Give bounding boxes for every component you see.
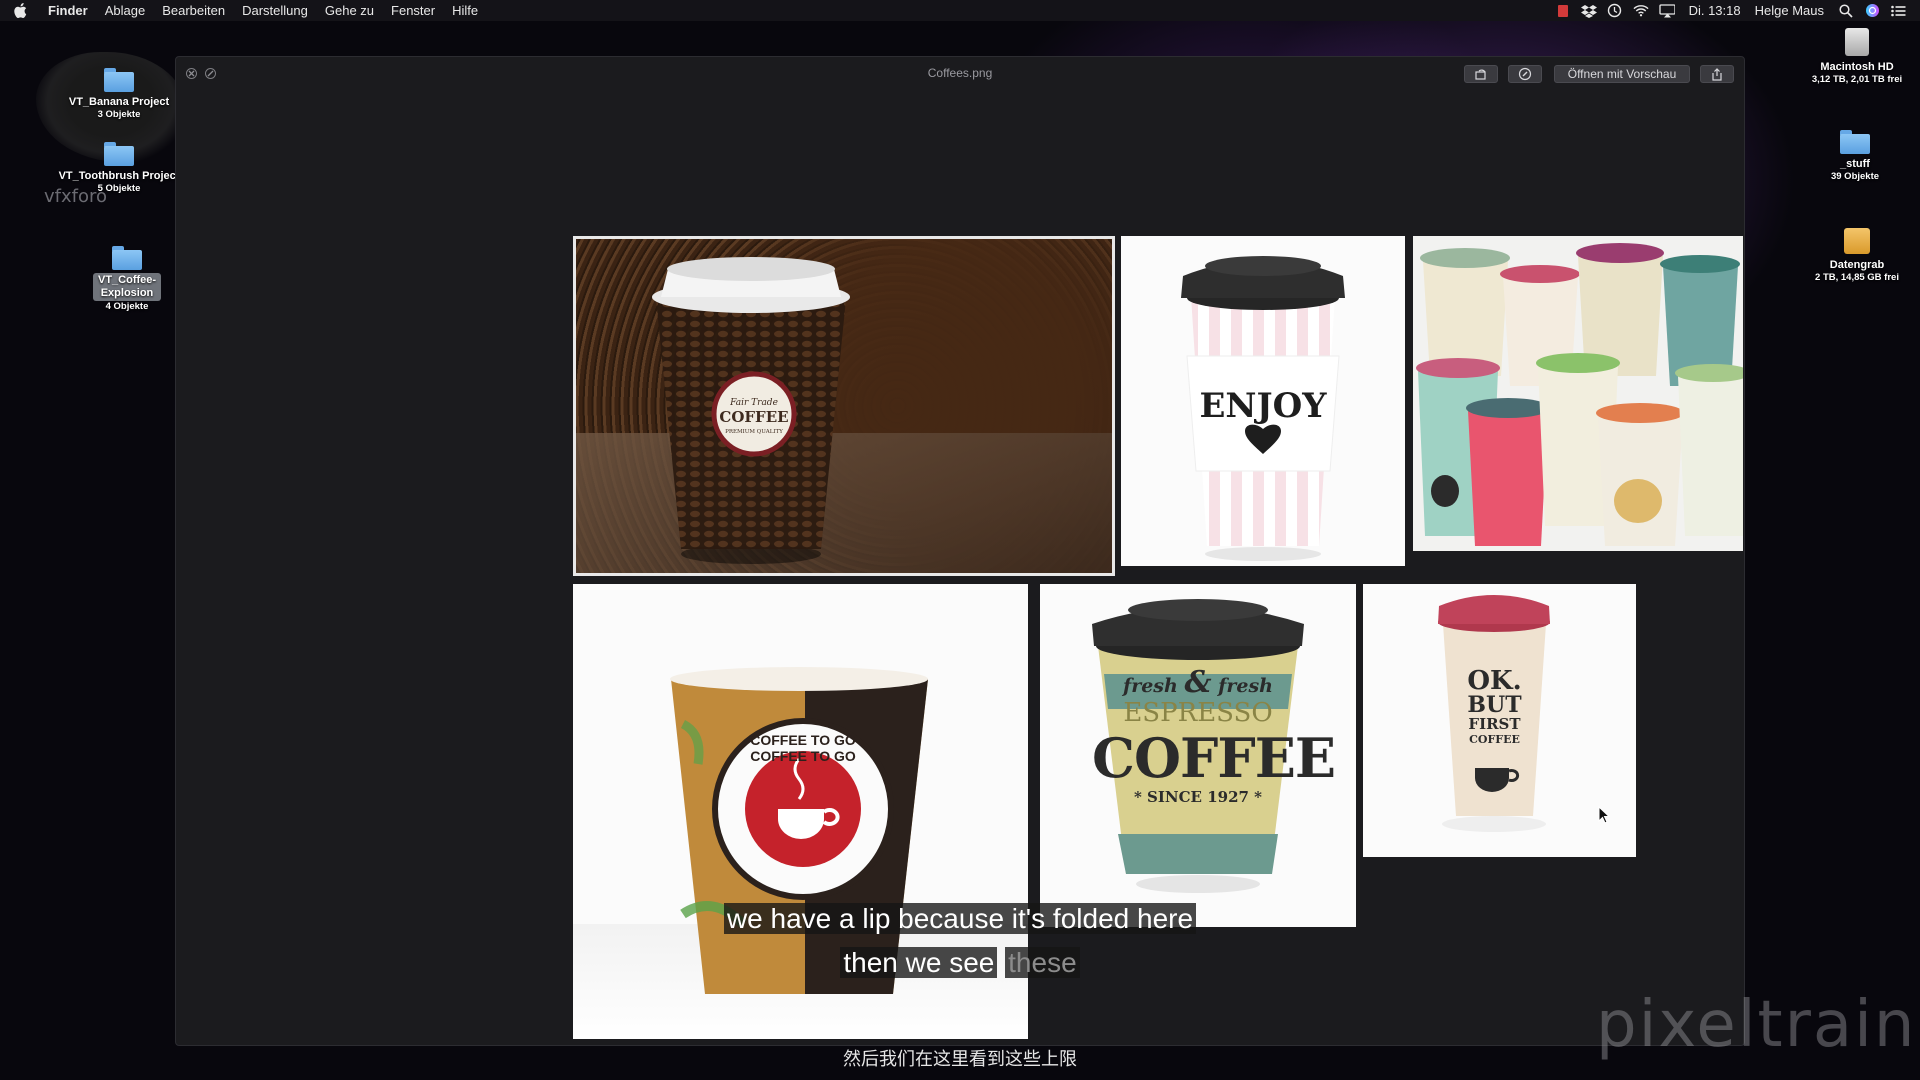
- espresso-coffee-cup-image: fresh & fresh ESPRESSO COFFEE * SINCE 19…: [1040, 584, 1356, 927]
- markup-button[interactable]: [1508, 65, 1542, 83]
- subtitle-text: we have a lip because it's folded here: [723, 903, 1197, 934]
- markup-pen-icon: [1518, 67, 1532, 81]
- desktop-item-info: 3,12 TB, 2,01 TB frei: [1811, 74, 1903, 85]
- menu-ablage[interactable]: Ablage: [105, 3, 145, 18]
- desktop-item-label: Datengrab: [1829, 259, 1885, 271]
- close-icon: [188, 70, 195, 77]
- cup-text-fresh: fresh: [1218, 675, 1273, 697]
- folder-icon: [1840, 130, 1870, 154]
- external-drive-icon: [1844, 228, 1870, 254]
- cup-text-since: * SINCE 1927 *: [1133, 788, 1263, 806]
- menu-darstellung[interactable]: Darstellung: [242, 3, 308, 18]
- folder-icon: [104, 68, 134, 92]
- subtitle-line-1: we have a lip because it's folded here: [0, 903, 1920, 935]
- menu-hilfe[interactable]: Hilfe: [452, 3, 478, 18]
- menubar-clock[interactable]: Di. 13:18: [1689, 3, 1741, 18]
- desktop-folder-coffee-explosion[interactable]: VT_Coffee-Explosion 4 Objekte: [62, 246, 192, 313]
- desktop-item-info: 2 TB, 14,85 GB frei: [1815, 272, 1899, 283]
- cup-text-first: FIRST: [1468, 715, 1521, 733]
- menu-finder[interactable]: Finder: [48, 3, 88, 18]
- subtitle-text-fading: these: [1005, 947, 1080, 978]
- cup-brand-text: COFFEE: [719, 408, 789, 426]
- fullscreen-button[interactable]: [205, 68, 216, 79]
- desktop-item-info: 4 Objekte: [105, 301, 149, 312]
- ok-but-first-coffee-cup-image: OK. BUT FIRST COFFEE: [1363, 584, 1636, 857]
- folder-icon: [112, 246, 142, 270]
- desktop-item-label: VT_Banana Project: [68, 96, 170, 108]
- desktop-item-label-selected: VT_Coffee-Explosion: [93, 273, 161, 301]
- close-button[interactable]: [186, 68, 197, 79]
- desktop-folder-stuff[interactable]: _stuff 39 Objekte: [1790, 130, 1920, 183]
- desktop-item-info: 39 Objekte: [1830, 171, 1880, 182]
- menu-bar: Finder Ablage Bearbeiten Darstellung Geh…: [0, 0, 1920, 21]
- cup-text-enjoy: ENJOY: [1199, 386, 1327, 426]
- pixeltrain-watermark: pixeltrain: [1596, 988, 1917, 1062]
- spotlight-search-icon[interactable]: [1838, 3, 1854, 18]
- subtitle-line-2: then we see these: [0, 947, 1920, 979]
- hard-drive-icon: [1845, 28, 1869, 56]
- enjoy-cup-image: ENJOY: [1121, 236, 1405, 566]
- cup-ring-text: COFFEE TO GO COFFEE TO GO: [750, 732, 856, 764]
- desktop-item-label: VT_Toothbrush Project: [58, 170, 180, 182]
- menu-fenster[interactable]: Fenster: [391, 3, 435, 18]
- cup-text-amp: &: [1184, 665, 1212, 700]
- desktop-item-info: 3 Objekte: [97, 109, 141, 120]
- open-with-preview-button[interactable]: Öffnen mit Vorschau: [1554, 65, 1690, 83]
- desktop-item-label: _stuff: [1840, 158, 1870, 170]
- desktop-drive-datengrab[interactable]: Datengrab 2 TB, 14,85 GB frei: [1792, 228, 1920, 284]
- folder-icon: [104, 142, 134, 166]
- dropbox-icon[interactable]: [1580, 4, 1597, 18]
- cup-text-espresso: ESPRESSO: [1123, 698, 1273, 728]
- mouse-cursor-icon: [1598, 806, 1610, 824]
- apple-logo-icon[interactable]: [14, 3, 28, 19]
- wifi-icon[interactable]: [1633, 4, 1649, 18]
- cup-text-ok: OK.: [1467, 666, 1522, 696]
- coffee-beans-cup-image: Fair Trade COFFEE PREMIUM QUALITY: [573, 236, 1115, 576]
- desktop-item-label: Macintosh HD: [1820, 61, 1894, 73]
- bamboo-cups-group-image: [1413, 236, 1743, 551]
- red-app-icon[interactable]: [1555, 4, 1571, 18]
- share-button[interactable]: [1700, 65, 1734, 83]
- cup-text-fresh: fresh: [1123, 675, 1178, 697]
- notification-center-icon[interactable]: [1890, 4, 1906, 18]
- airplay-icon[interactable]: [1658, 3, 1675, 18]
- siri-icon[interactable]: [1864, 4, 1880, 18]
- menu-bearbeiten[interactable]: Bearbeiten: [162, 3, 225, 18]
- rotate-icon: [1475, 69, 1486, 80]
- desktop-drive-macintosh-hd[interactable]: Macintosh HD 3,12 TB, 2,01 TB frei: [1792, 28, 1920, 86]
- fullscreen-icon: [207, 70, 214, 77]
- subtitle-text: then we see: [840, 947, 998, 978]
- cup-brand-text: PREMIUM QUALITY: [725, 429, 783, 435]
- desktop-folder-banana[interactable]: VT_Banana Project 3 Objekte: [54, 68, 184, 121]
- share-icon: [1712, 67, 1722, 81]
- status-area: Di. 13:18 Helge Maus: [1545, 3, 1906, 18]
- rotate-button[interactable]: [1464, 65, 1498, 83]
- forum-watermark: vfxforo: [44, 186, 108, 207]
- menubar-user[interactable]: Helge Maus: [1755, 3, 1824, 18]
- cup-text-coffee: COFFEE: [1092, 726, 1336, 790]
- cup-text-but: BUT: [1467, 692, 1522, 718]
- time-machine-icon[interactable]: [1607, 3, 1623, 18]
- menu-gehe-zu[interactable]: Gehe zu: [325, 3, 374, 18]
- cup-text-coffee: COFFEE: [1469, 733, 1520, 746]
